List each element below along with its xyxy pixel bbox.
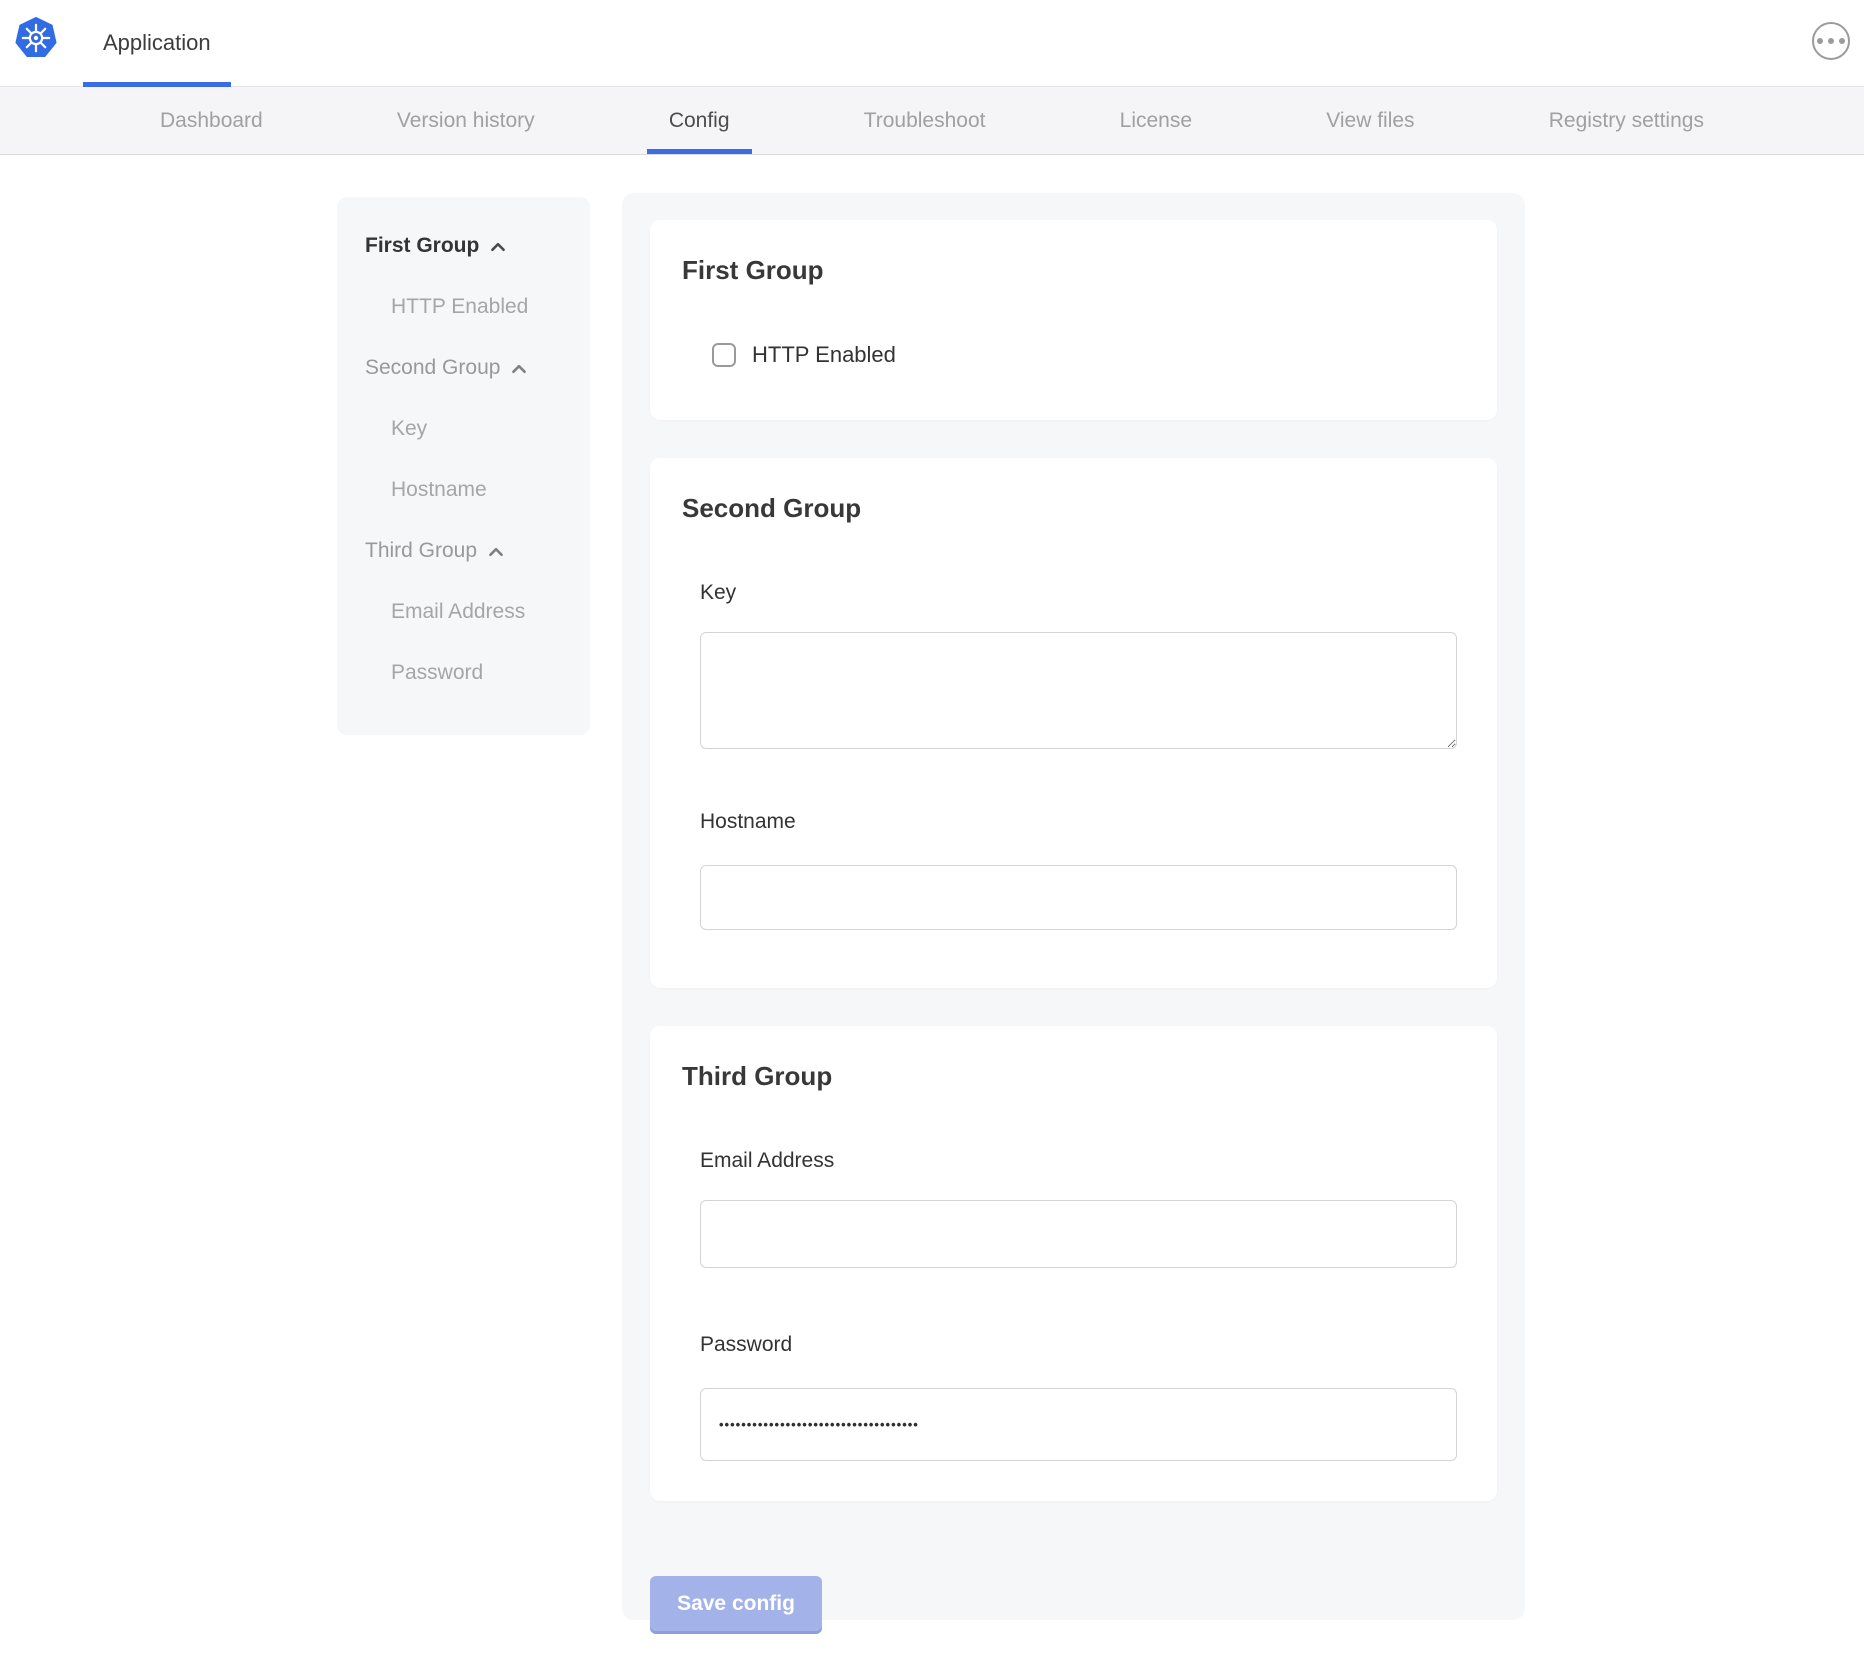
- tab-version-history[interactable]: Version history: [375, 87, 557, 154]
- sidebar-item-http-enabled[interactable]: HTTP Enabled: [365, 294, 570, 320]
- chevron-up-icon: [510, 360, 528, 378]
- tab-config[interactable]: Config: [647, 87, 752, 154]
- sidebar-item-password[interactable]: Password: [365, 660, 570, 686]
- email-address-input[interactable]: [700, 1200, 1457, 1268]
- http-enabled-row: HTTP Enabled: [712, 342, 1465, 368]
- config-sidebar: First Group HTTP Enabled Second Group Ke…: [337, 197, 590, 735]
- sidebar-item-key[interactable]: Key: [365, 416, 570, 442]
- tab-application[interactable]: Application: [83, 0, 231, 86]
- chevron-up-icon: [489, 238, 507, 256]
- chevron-up-icon: [487, 543, 505, 561]
- tab-troubleshoot[interactable]: Troubleshoot: [842, 87, 1008, 154]
- group-title: Third Group: [682, 1060, 1465, 1092]
- sidebar-item-hostname[interactable]: Hostname: [365, 477, 570, 503]
- password-input[interactable]: [700, 1388, 1457, 1461]
- config-card-second-group: Second Group Key Hostname: [650, 458, 1497, 988]
- config-card-third-group: Third Group Email Address Password: [650, 1026, 1497, 1501]
- email-address-label: Email Address: [700, 1148, 1457, 1174]
- key-field: Key Hostname: [700, 580, 1457, 930]
- sidebar-item-label: Key: [391, 416, 427, 442]
- sidebar-item-label: Hostname: [391, 477, 487, 503]
- password-label: Password: [700, 1332, 1457, 1358]
- group-title: First Group: [682, 254, 1465, 286]
- tab-dashboard[interactable]: Dashboard: [138, 87, 285, 154]
- http-enabled-checkbox[interactable]: [712, 343, 736, 367]
- kubernetes-logo: [14, 16, 58, 60]
- sidebar-item-third-group[interactable]: Third Group: [365, 538, 570, 564]
- hostname-label: Hostname: [700, 809, 1457, 835]
- key-textarea[interactable]: [700, 632, 1457, 749]
- app-subnav: Dashboard Version history Config Trouble…: [0, 87, 1864, 155]
- more-menu-button[interactable]: [1812, 22, 1850, 60]
- sidebar-item-first-group[interactable]: First Group: [365, 233, 570, 259]
- sidebar-item-second-group[interactable]: Second Group: [365, 355, 570, 381]
- sidebar-item-label: Password: [391, 660, 483, 686]
- sidebar-item-label: Third Group: [365, 538, 477, 564]
- key-label: Key: [700, 580, 1457, 606]
- app-header: Application: [0, 0, 1864, 87]
- config-card-first-group: First Group HTTP Enabled: [650, 220, 1497, 420]
- hostname-input[interactable]: [700, 865, 1457, 930]
- tab-view-files[interactable]: View files: [1304, 87, 1436, 154]
- app-tab-label: Application: [103, 30, 211, 56]
- save-config-button[interactable]: Save config: [650, 1576, 822, 1631]
- config-panel: First Group HTTP Enabled Second Group Ke…: [622, 193, 1525, 1620]
- sidebar-item-label: Email Address: [391, 599, 525, 625]
- sidebar-item-label: First Group: [365, 233, 479, 259]
- tab-registry-settings[interactable]: Registry settings: [1527, 87, 1726, 154]
- http-enabled-label: HTTP Enabled: [752, 342, 896, 368]
- email-password-fields: Email Address Password: [700, 1148, 1457, 1461]
- sidebar-item-label: HTTP Enabled: [391, 294, 528, 320]
- config-page: First Group HTTP Enabled Second Group Ke…: [0, 155, 1864, 1680]
- group-title: Second Group: [682, 492, 1465, 524]
- ellipsis-icon: [1817, 38, 1845, 44]
- sidebar-item-email-address[interactable]: Email Address: [365, 599, 570, 625]
- tab-license[interactable]: License: [1098, 87, 1214, 154]
- sidebar-item-label: Second Group: [365, 355, 500, 381]
